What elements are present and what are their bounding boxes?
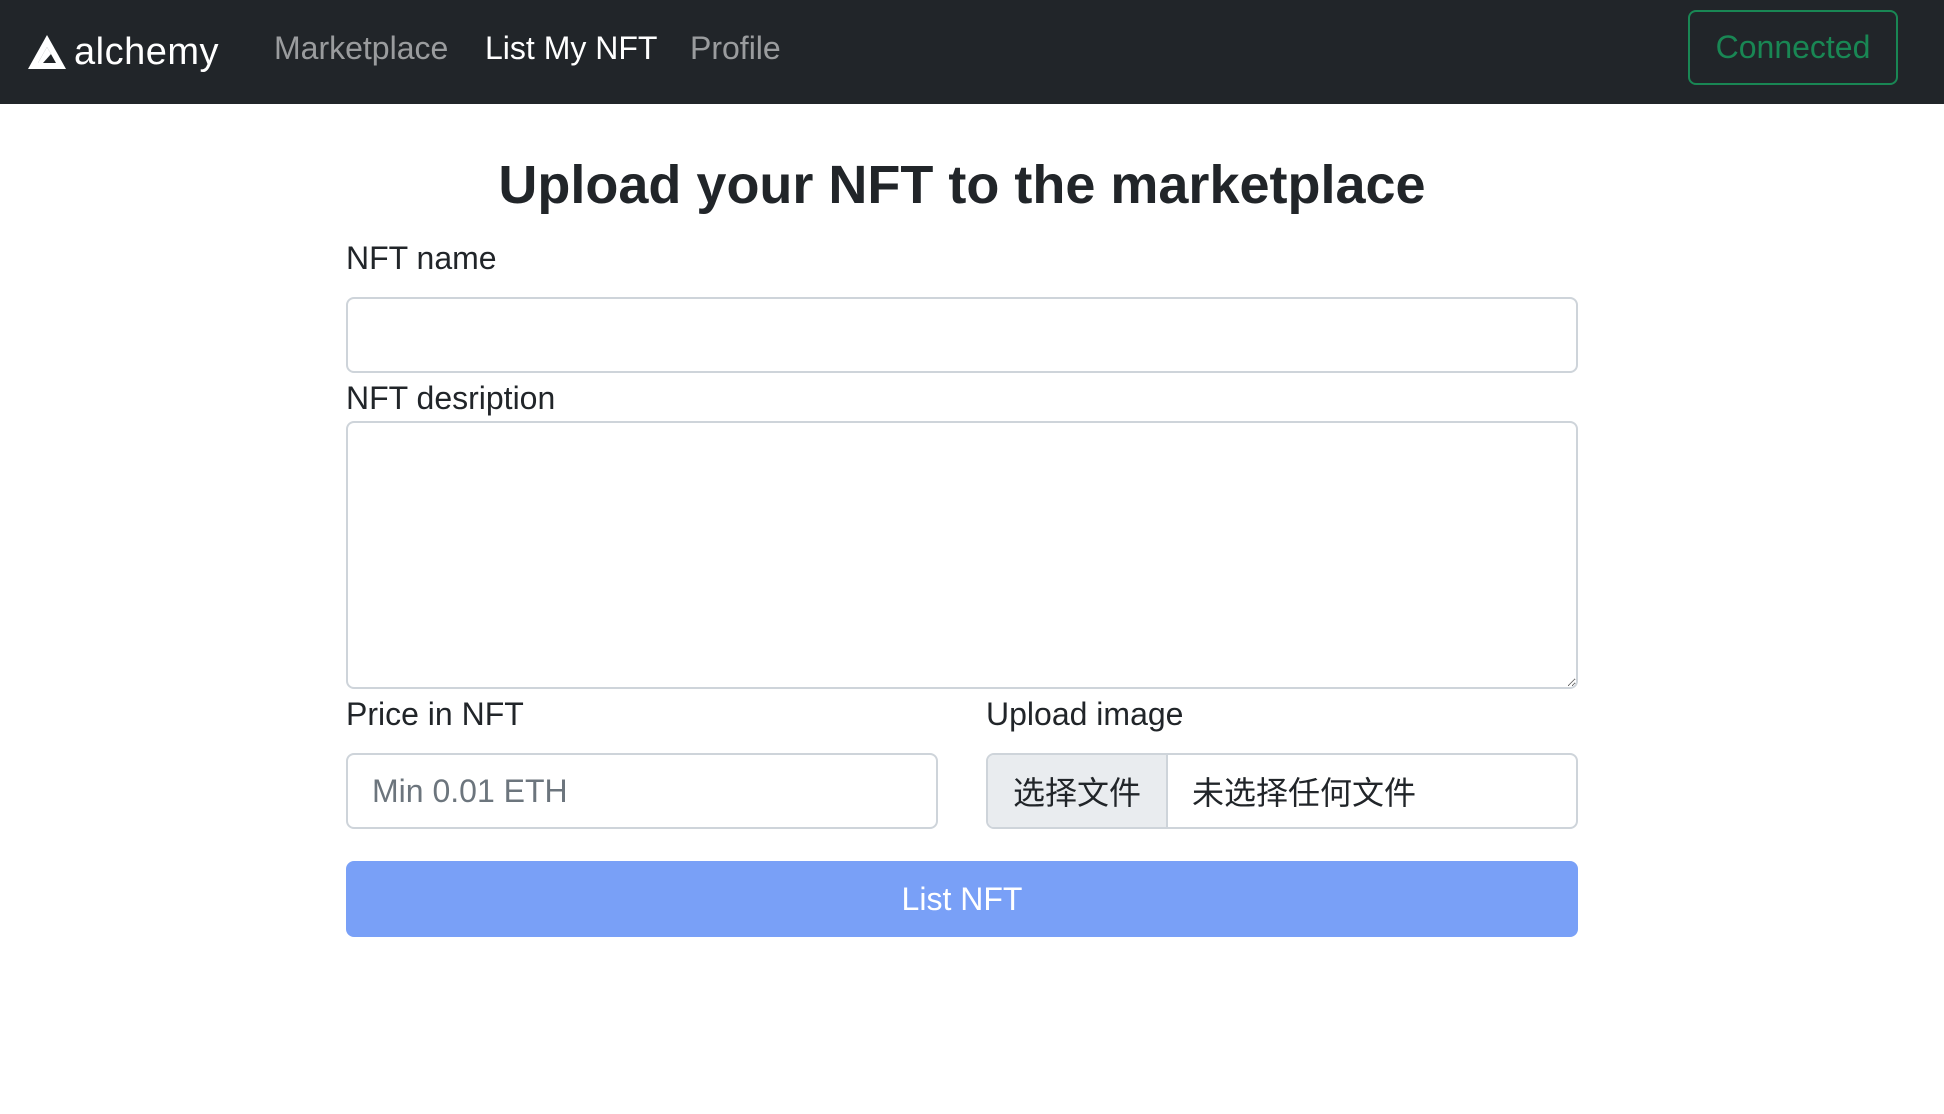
list-nft-button[interactable]: List NFT xyxy=(346,861,1578,937)
file-status-text: 未选择任何文件 xyxy=(1192,775,1417,811)
nft-name-label: NFT name xyxy=(346,240,497,276)
price-label: Price in NFT xyxy=(346,696,524,732)
upload-image-label: Upload image xyxy=(986,696,1184,732)
page-title: Upload your NFT to the marketplace xyxy=(498,155,1426,215)
nav-link-marketplace[interactable]: Marketplace xyxy=(274,28,448,68)
nav-link-list-my-nft[interactable]: List My NFT xyxy=(485,28,657,68)
price-input[interactable] xyxy=(346,753,938,829)
nft-name-input[interactable] xyxy=(346,297,1578,373)
brand-name: alchemy xyxy=(74,30,219,73)
choose-file-button[interactable]: 选择文件 xyxy=(988,755,1168,827)
connect-wallet-button[interactable]: Connected xyxy=(1688,10,1898,85)
top-navbar: alchemy Marketplace List My NFT Profile … xyxy=(0,0,1944,104)
nav-link-profile[interactable]: Profile xyxy=(690,28,781,68)
nft-description-textarea[interactable] xyxy=(346,421,1578,689)
alchemy-logo-icon xyxy=(28,35,66,69)
brand-logo[interactable]: alchemy xyxy=(26,28,219,76)
nft-description-label: NFT desription xyxy=(346,380,556,416)
image-file-input[interactable]: 选择文件 未选择任何文件 xyxy=(986,753,1578,829)
